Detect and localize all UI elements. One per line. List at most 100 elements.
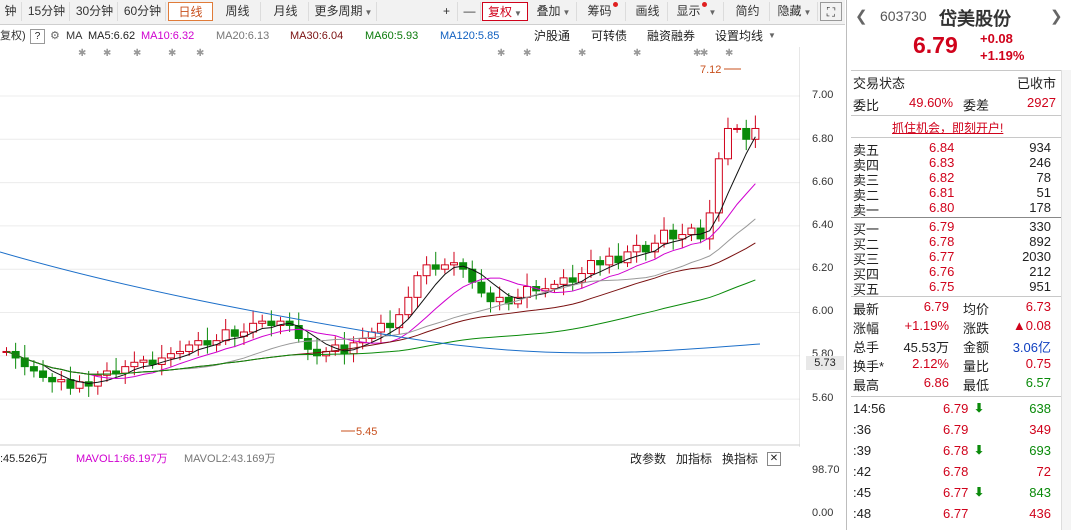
table-row: 买三 6.77 2030 <box>847 249 1059 267</box>
order-volume: 892 <box>1029 234 1051 249</box>
candle-body <box>48 376 57 383</box>
table-row: 买四 6.76 212 <box>847 264 1059 282</box>
zoom-in-button[interactable]: + <box>436 2 458 21</box>
candle-body <box>39 370 48 378</box>
display-dropdown[interactable]: 显示 ▼ <box>670 2 724 21</box>
tick-price: 6.78 <box>943 443 969 458</box>
y-tick-label: 5.60 <box>812 392 834 404</box>
tick-time: :45 <box>853 485 872 500</box>
tick-time: :39 <box>853 443 872 458</box>
low-marker: 5.45 <box>356 426 377 438</box>
help-icon[interactable]: ? <box>30 29 45 44</box>
ma5-line <box>6 136 756 385</box>
candle-body <box>495 296 504 303</box>
star-marker: ✱ <box>497 48 505 59</box>
stat-label: 最新 <box>853 302 880 317</box>
order-price: 6.83 <box>929 155 955 170</box>
open-account-promo-link[interactable]: 抓住机会，即刻开户! <box>892 119 1003 136</box>
candle-body <box>440 264 449 270</box>
table-row: 总手 45.53万 金额 3.06亿 <box>847 337 1059 355</box>
period-month-tab[interactable]: 月线 <box>263 2 309 21</box>
kline-chart[interactable]: ✱ ✱ ✱ ✱ ✱ ✱ ✱ ✱ ✱ ✱✱ ✱7.125.45 <box>0 47 800 447</box>
hide-dropdown[interactable]: 隐藏 ▼ <box>772 2 818 21</box>
tick-time: :48 <box>853 506 872 521</box>
back-arrow-icon[interactable]: ❮ <box>855 7 868 25</box>
star-marker: ✱ <box>633 48 641 59</box>
settings-gear-icon[interactable]: ⚙ <box>50 25 60 47</box>
candle-body <box>623 251 632 264</box>
fuquan-dropdown[interactable]: 复权 ▼ <box>482 2 528 21</box>
table-row: :48 6.77 436 <box>847 506 1059 521</box>
table-row: :42 6.78 72 <box>847 464 1059 479</box>
ma10-value: MA10:6.32 <box>141 30 195 42</box>
table-row: 卖二 6.81 51 <box>847 185 1059 203</box>
stat-value: +1.19% <box>904 318 949 333</box>
chevron-down-icon: ▼ <box>768 31 776 40</box>
change-param-link[interactable]: 改参数 <box>630 449 666 469</box>
candle-body <box>486 292 495 303</box>
table-row: 卖一 6.80 178 <box>847 200 1059 218</box>
ma30-value: MA30:6.04 <box>290 30 344 42</box>
y-tick-label: 7.00 <box>812 89 834 101</box>
notification-dot-icon <box>701 2 707 7</box>
ma120-line <box>0 251 761 354</box>
table-row: :36 6.79 349 <box>847 422 1059 437</box>
ma-setting-dropdown[interactable]: 设置均线 <box>715 25 763 47</box>
period-15min-tab[interactable]: 15分钟 <box>24 2 70 21</box>
star-marker: ✱ <box>133 48 141 59</box>
current-price-tag: 5.73 <box>806 356 844 370</box>
candle-body <box>75 381 84 389</box>
table-row: 卖五 6.84 934 <box>847 140 1059 158</box>
simple-mode-button[interactable]: 简约 <box>726 2 770 21</box>
candle-body <box>230 329 239 337</box>
switch-indicator-link[interactable]: 换指标 <box>722 449 758 469</box>
chips-label: 筹码 <box>587 4 612 18</box>
period-30min-tab[interactable]: 30分钟 <box>72 2 118 21</box>
star-marker: ✱ <box>700 48 708 59</box>
stat-value: 45.53万 <box>903 340 949 355</box>
hgt-link[interactable]: 沪股通 <box>534 25 570 47</box>
star-marker: ✱ <box>78 48 86 59</box>
stat-label: 均价 <box>963 302 990 317</box>
overlay-label: 叠加 <box>536 4 561 18</box>
chips-button[interactable]: 筹码 <box>580 2 626 21</box>
y-tick-label: 6.20 <box>812 262 834 274</box>
ma30-line <box>6 242 756 375</box>
candle-body <box>605 255 614 266</box>
candle-body <box>660 229 669 244</box>
stat-value: ▲0.08 <box>1012 318 1051 333</box>
candle-body <box>130 361 139 368</box>
candle-body <box>376 322 385 333</box>
period-1min-tab[interactable]: 钟 <box>0 2 22 21</box>
star-marker: ✱ <box>103 48 111 59</box>
draw-line-button[interactable]: 画线 <box>628 2 668 21</box>
overlay-dropdown[interactable]: 叠加 ▼ <box>531 2 577 21</box>
zoom-out-button[interactable]: — <box>459 2 481 21</box>
candle-body <box>477 281 486 294</box>
scrollbar[interactable] <box>1061 70 1071 530</box>
stat-value: 6.73 <box>1025 299 1051 314</box>
candle-body <box>523 286 532 298</box>
convertible-bond-link[interactable]: 可转债 <box>591 25 627 47</box>
add-indicator-link[interactable]: 加指标 <box>676 449 712 469</box>
candle-body <box>404 296 413 316</box>
table-row: 最高 6.86 最低 6.57 <box>847 375 1059 393</box>
close-icon[interactable]: ✕ <box>767 452 781 466</box>
forward-arrow-icon[interactable]: ❯ <box>1050 7 1063 25</box>
candle-body <box>29 366 38 372</box>
more-period-dropdown[interactable]: 更多周期 ▼ <box>311 2 377 21</box>
fullscreen-icon[interactable]: ⛶ <box>820 2 842 21</box>
order-price: 6.81 <box>929 185 955 200</box>
price-change: +0.08 <box>980 31 1013 46</box>
period-week-tab[interactable]: 周线 <box>215 2 261 21</box>
tick-price: 6.78 <box>943 464 969 479</box>
order-price: 6.76 <box>929 264 955 279</box>
chevron-down-icon: ▼ <box>514 9 522 18</box>
margin-trading-link[interactable]: 融资融券 <box>647 25 695 47</box>
candle-body <box>687 227 696 236</box>
order-volume: 330 <box>1029 219 1051 234</box>
vol-y-top: 98.70 <box>812 464 840 476</box>
period-60min-tab[interactable]: 60分钟 <box>120 2 166 21</box>
candle-body <box>185 344 194 352</box>
period-day-tab[interactable]: 日线 <box>168 2 213 21</box>
